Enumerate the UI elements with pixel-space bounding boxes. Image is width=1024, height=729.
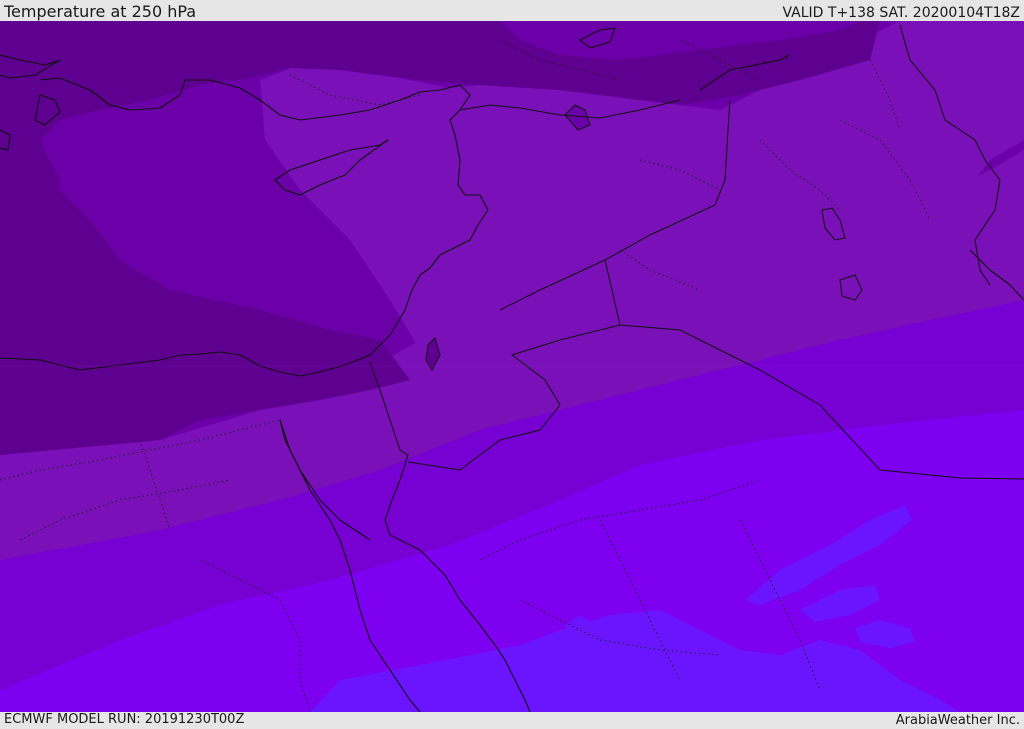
- footer-bar: ECMWF MODEL RUN: 20191230T00Z ArabiaWeat…: [0, 712, 1024, 729]
- map-title: Temperature at 250 hPa: [4, 2, 197, 21]
- credit-label: ArabiaWeather Inc.: [895, 713, 1020, 728]
- header-bar: Temperature at 250 hPa VALID T+138 SAT. …: [0, 0, 1024, 21]
- model-run-label: ECMWF MODEL RUN: 20191230T00Z: [4, 712, 245, 727]
- valid-time-label: VALID T+138 SAT. 20200104T18Z: [782, 5, 1020, 21]
- temperature-map[interactable]: [0, 21, 1024, 712]
- map-viewer: Temperature at 250 hPa VALID T+138 SAT. …: [0, 0, 1024, 729]
